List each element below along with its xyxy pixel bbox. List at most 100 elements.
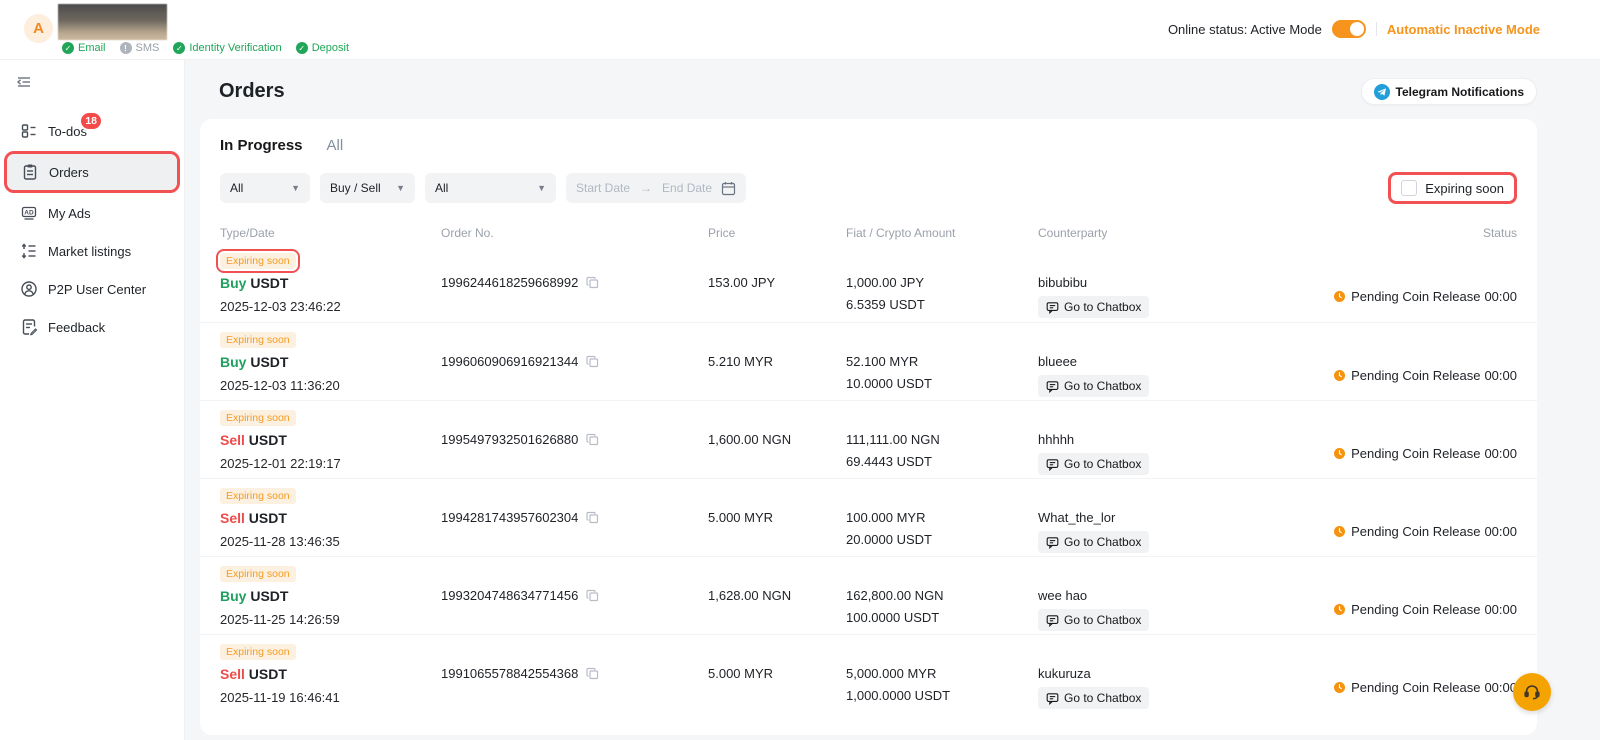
sidebar-item-orders[interactable]: Orders <box>7 154 177 190</box>
status-cell: Pending Coin Release 00:00 <box>1317 588 1517 631</box>
fiat-amount: 100.000 MYR <box>846 510 1038 525</box>
page-title: Orders <box>219 80 285 103</box>
sidebar-item-my-ads[interactable]: AD My Ads <box>6 195 178 231</box>
fiat-amount: 162,800.00 NGN <box>846 588 1038 603</box>
copy-icon[interactable] <box>586 277 599 292</box>
table-header: Type/Date Order No. Price Fiat / Crypto … <box>200 226 1537 240</box>
orders-card: In Progress All All ▼ Buy / Sell ▼ All ▼… <box>200 119 1537 735</box>
automatic-inactive-mode-link[interactable]: Automatic Inactive Mode <box>1387 22 1540 37</box>
counterparty-name[interactable]: hhhhh <box>1038 432 1317 447</box>
sidebar-item-p2p-user-center[interactable]: P2P User Center <box>6 271 178 307</box>
copy-icon[interactable] <box>586 434 599 449</box>
tab-in-progress[interactable]: In Progress <box>220 137 303 154</box>
counterparty-name[interactable]: kukuruza <box>1038 666 1317 681</box>
date-range-picker[interactable]: Start Date → End Date <box>566 173 746 203</box>
copy-icon[interactable] <box>586 512 599 527</box>
crypto-amount: 6.5359 USDT <box>846 297 1038 312</box>
status-text: Pending Coin Release <box>1351 446 1480 461</box>
counterparty-name[interactable]: What_the_lor <box>1038 510 1317 525</box>
side-filter-dropdown[interactable]: Buy / Sell ▼ <box>320 173 415 203</box>
status-text: Pending Coin Release <box>1351 524 1480 539</box>
crypto-amount: 1,000.0000 USDT <box>846 688 1038 703</box>
fiat-amount: 52.100 MYR <box>846 354 1038 369</box>
arrow-right-icon: → <box>640 181 652 195</box>
type-filter-dropdown[interactable]: All ▼ <box>220 173 310 203</box>
copy-icon[interactable] <box>586 356 599 371</box>
expiring-soon-tag: Expiring soon <box>220 253 296 269</box>
order-no-cell: 1995497932501626880 <box>441 432 708 475</box>
chat-icon <box>1046 692 1059 705</box>
identity-verification-badge: ✓ Identity Verification <box>173 42 281 54</box>
counterparty-name[interactable]: blueee <box>1038 354 1317 369</box>
ad-icon: AD <box>20 204 38 222</box>
tab-all[interactable]: All <box>327 137 344 154</box>
identity-badge-label: Identity Verification <box>189 42 281 54</box>
table-row: Expiring soon Buy USDT 2025-11-25 14:26:… <box>200 556 1537 634</box>
todos-count-badge: 18 <box>79 111 103 131</box>
status-countdown: 00:00 <box>1484 524 1517 539</box>
type-date-cell: Buy USDT 2025-12-03 11:36:20 <box>220 354 441 397</box>
order-no-cell: 1994281743957602304 <box>441 510 708 553</box>
order-number: 1993204748634771456 <box>441 588 578 603</box>
amount-cell: 162,800.00 NGN 100.0000 USDT <box>846 588 1038 631</box>
go-to-chatbox-button[interactable]: Go to Chatbox <box>1038 296 1149 318</box>
counterparty-name[interactable]: wee hao <box>1038 588 1317 603</box>
crypto-amount: 69.4443 USDT <box>846 454 1038 469</box>
status-filter-dropdown[interactable]: All ▼ <box>425 173 556 203</box>
fiat-amount: 1,000.00 JPY <box>846 275 1038 290</box>
order-asset: USDT <box>249 666 287 682</box>
status-text: Pending Coin Release <box>1351 680 1480 695</box>
go-to-chatbox-button[interactable]: Go to Chatbox <box>1038 453 1149 475</box>
sidebar: To-dos 18 Orders AD <box>0 60 185 740</box>
order-number: 1995497932501626880 <box>441 432 578 447</box>
type-date-cell: Buy USDT 2025-12-03 23:46:22 <box>220 275 441 318</box>
chevron-down-icon: ▼ <box>388 183 405 193</box>
expiring-soon-tag: Expiring soon <box>220 410 296 426</box>
sidebar-item-label: Feedback <box>48 320 105 335</box>
avatar[interactable]: A <box>24 14 53 43</box>
order-asset: USDT <box>250 588 288 604</box>
expiring-soon-checkbox[interactable] <box>1401 180 1417 196</box>
sidebar-item-todos[interactable]: To-dos 18 <box>6 113 178 149</box>
amount-cell: 100.000 MYR 20.0000 USDT <box>846 510 1038 553</box>
clock-icon <box>1334 370 1345 381</box>
telegram-notifications-button[interactable]: Telegram Notifications <box>1361 78 1537 105</box>
annotation-box-expiring-soon: Expiring soon <box>1388 172 1517 204</box>
customer-support-button[interactable] <box>1513 673 1551 711</box>
collapse-sidebar-icon[interactable] <box>16 74 184 95</box>
sidebar-item-feedback[interactable]: Feedback <box>6 309 178 345</box>
order-datetime: 2025-11-19 16:46:41 <box>220 690 441 705</box>
copy-icon[interactable] <box>586 590 599 605</box>
order-number: 1996244618259668992 <box>441 275 578 290</box>
go-to-chatbox-button[interactable]: Go to Chatbox <box>1038 609 1149 631</box>
table-row: Expiring soon Buy USDT 2025-12-03 11:36:… <box>200 322 1537 400</box>
order-side: Sell <box>220 510 245 526</box>
order-side: Sell <box>220 666 245 682</box>
counterparty-cell: hhhhh Go to Chatbox <box>1038 432 1317 475</box>
go-to-chatbox-button[interactable]: Go to Chatbox <box>1038 531 1149 553</box>
online-status-toggle[interactable] <box>1332 20 1366 38</box>
price-cell: 1,628.00 NGN <box>708 588 846 631</box>
price-cell: 5.000 MYR <box>708 510 846 553</box>
col-type-date: Type/Date <box>220 226 441 240</box>
order-number: 1996060906916921344 <box>441 354 578 369</box>
counterparty-name[interactable]: bibubibu <box>1038 275 1317 290</box>
crypto-amount: 20.0000 USDT <box>846 532 1038 547</box>
order-datetime: 2025-12-03 11:36:20 <box>220 378 441 393</box>
sidebar-item-market-listings[interactable]: Market listings <box>6 233 178 269</box>
go-to-chatbox-button[interactable]: Go to Chatbox <box>1038 687 1149 709</box>
status-text: Pending Coin Release <box>1351 602 1480 617</box>
table-row: Expiring soon Buy USDT 2025-12-03 23:46:… <box>200 244 1537 322</box>
table-row: Expiring soon Sell USDT 2025-12-01 22:19… <box>200 400 1537 478</box>
copy-icon[interactable] <box>586 668 599 683</box>
clock-icon <box>1334 604 1345 615</box>
feedback-icon <box>20 318 38 336</box>
order-side: Sell <box>220 432 245 448</box>
order-asset: USDT <box>250 354 288 370</box>
go-to-chatbox-button[interactable]: Go to Chatbox <box>1038 375 1149 397</box>
sms-badge-label: SMS <box>136 42 160 54</box>
status-cell: Pending Coin Release 00:00 <box>1317 666 1517 709</box>
price-cell: 153.00 JPY <box>708 275 846 318</box>
telegram-icon <box>1374 84 1390 100</box>
top-header: A ✓ Email ! SMS ✓ Identity Verification … <box>0 0 1600 60</box>
